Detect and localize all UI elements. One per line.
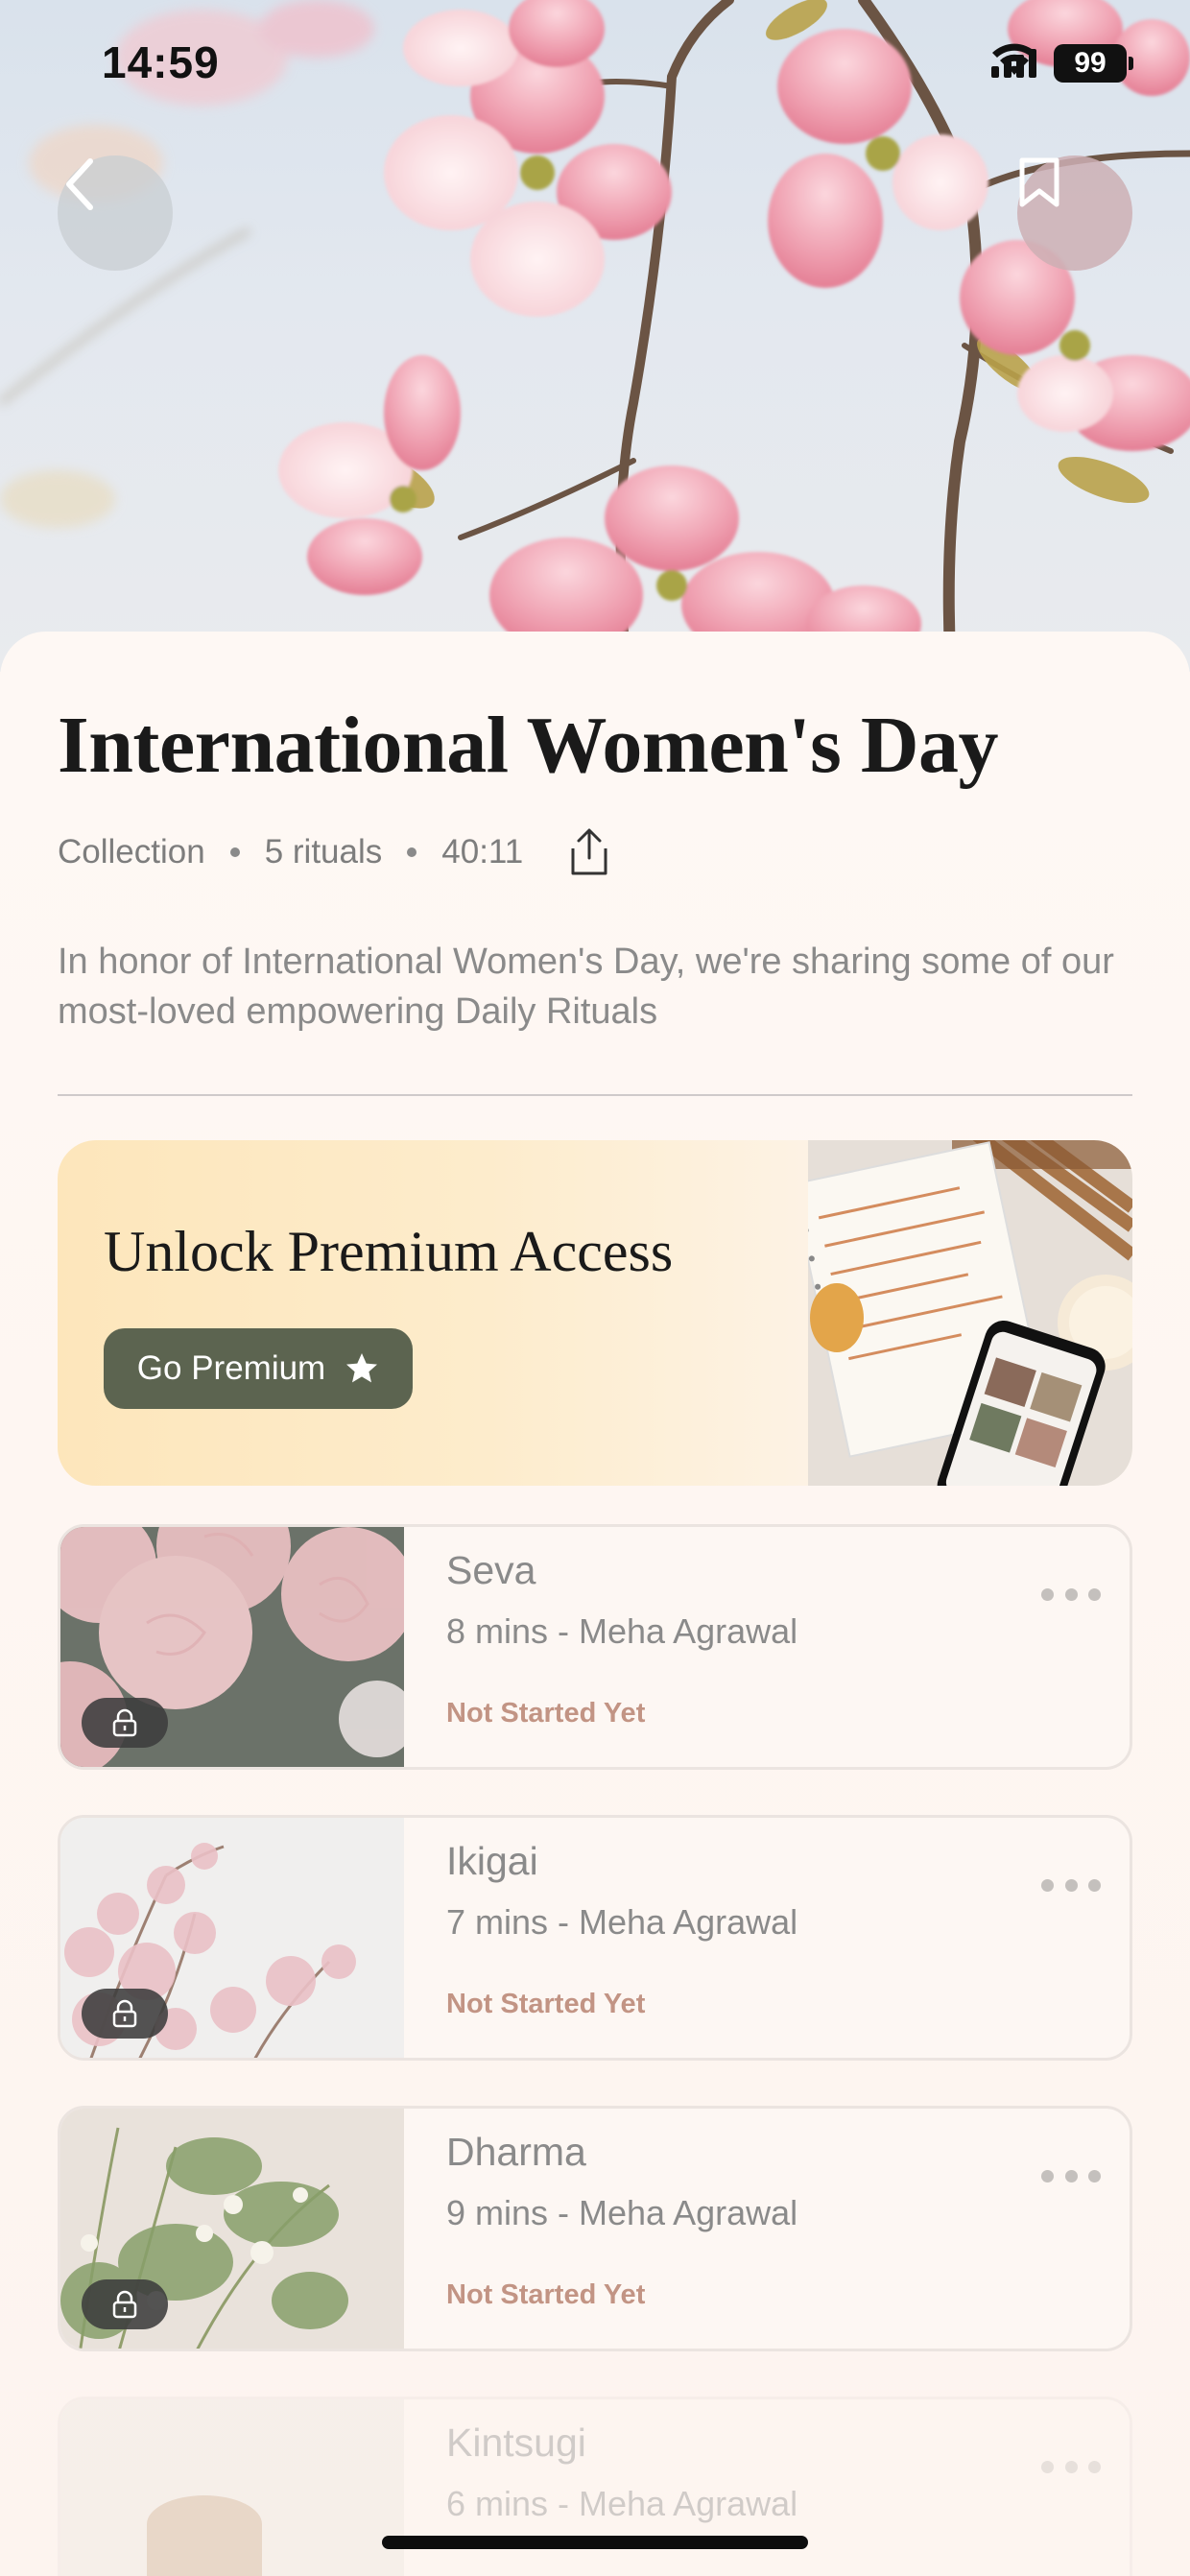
bookmark-icon [1019, 157, 1059, 207]
ritual-count: 5 rituals [264, 833, 383, 871]
divider [58, 1094, 1132, 1096]
separator-dot [229, 847, 240, 857]
lock-badge [82, 2279, 168, 2329]
ritual-status: Not Started Yet [446, 2279, 646, 2310]
lock-icon [112, 1708, 137, 1737]
more-options-icon[interactable] [1041, 1875, 1101, 1895]
collection-meta: Collection 5 rituals 40:11 [58, 823, 613, 881]
hero-image: 14:59 99 [0, 0, 1190, 672]
lock-badge [82, 1698, 168, 1748]
collection-sheet: International Women's Day Collection 5 r… [0, 632, 1190, 2576]
battery-icon: 99 [1054, 44, 1133, 83]
separator-dot [407, 847, 417, 857]
lock-icon [112, 2290, 137, 2319]
ritual-title: Ikigai [446, 1839, 538, 1883]
ritual-thumbnail [60, 2399, 404, 2576]
collection-type: Collection [58, 833, 205, 871]
wifi-icon [992, 43, 1036, 75]
ritual-title: Kintsugi [446, 2421, 586, 2465]
ritual-subtitle: 6 mins - Meha Agrawal [446, 2484, 798, 2523]
ritual-status: Not Started Yet [446, 1698, 646, 1729]
ritual-status: Not Started Yet [446, 1989, 646, 2019]
home-indicator[interactable] [382, 2536, 808, 2549]
bookmark-button[interactable] [1017, 155, 1132, 271]
more-options-icon[interactable] [1041, 2166, 1101, 2185]
ritual-card-ikigai[interactable]: Ikigai 7 mins - Meha Agrawal Not Started… [58, 1815, 1132, 2061]
status-time: 14:59 [102, 37, 220, 87]
share-icon[interactable] [565, 827, 613, 877]
chevron-left-icon [66, 158, 93, 210]
status-icons: 99 [991, 42, 1133, 84]
ritual-card-seva[interactable]: Seva 8 mins - Meha Agrawal Not Started Y… [58, 1524, 1132, 1770]
premium-title: Unlock Premium Access [104, 1220, 674, 1283]
go-premium-label: Go Premium [136, 1349, 326, 1387]
collection-duration: 40:11 [441, 833, 524, 871]
premium-image [808, 1140, 1132, 1486]
status-bar: 14:59 99 [0, 0, 1190, 125]
ritual-card-dharma[interactable]: Dharma 9 mins - Meha Agrawal Not Started… [58, 2106, 1132, 2351]
go-premium-button[interactable]: Go Premium [104, 1328, 413, 1409]
ritual-subtitle: 8 mins - Meha Agrawal [446, 1611, 798, 1651]
lock-icon [112, 1999, 137, 2028]
ritual-title: Dharma [446, 2130, 586, 2174]
lock-badge [82, 1989, 168, 2039]
collection-description: In honor of International Women's Day, w… [58, 942, 1114, 1032]
back-button[interactable] [58, 155, 173, 271]
page-title: International Women's Day [58, 701, 999, 790]
premium-banner[interactable]: Unlock Premium Access Go Premium [58, 1140, 1132, 1486]
ritual-subtitle: 7 mins - Meha Agrawal [446, 1902, 798, 1942]
more-options-icon[interactable] [1041, 2457, 1101, 2476]
ritual-subtitle: 9 mins - Meha Agrawal [446, 2193, 798, 2232]
more-options-icon[interactable] [1041, 1585, 1101, 1604]
star-icon [346, 1353, 378, 1383]
ritual-title: Seva [446, 1548, 536, 1592]
